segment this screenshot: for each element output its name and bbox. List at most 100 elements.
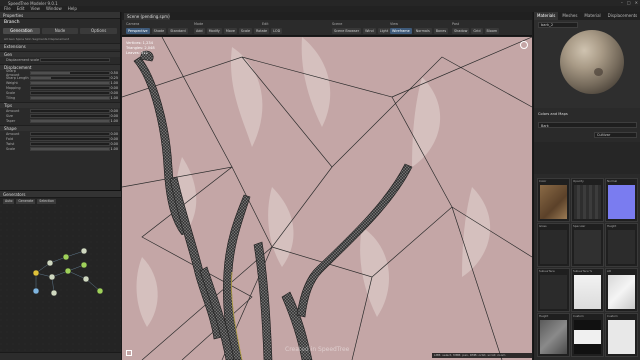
map-slot-height[interactable]: Height: [605, 223, 638, 267]
map-slot-custom-2[interactable]: Custom: [605, 313, 638, 357]
shade-button[interactable]: Shade: [151, 28, 167, 34]
maps-section-label: Colors and Maps: [538, 112, 568, 116]
displacement-rows: Sharp Amount 0.50 Sharp Length 0.25 Weight 1.…: [0, 69, 120, 100]
property-slider[interactable]: 1.00: [30, 118, 118, 123]
scene-browser-button[interactable]: Scene Browser: [332, 28, 362, 34]
node-zone[interactable]: [32, 287, 40, 295]
map-slot-ao[interactable]: AO: [605, 268, 638, 312]
map-slot-label: Normal: [607, 179, 618, 183]
material-name-field[interactable]: bark_2: [538, 22, 578, 28]
property-slider[interactable]: 0.00: [30, 90, 118, 95]
property-row: Sharp Amount 0.50: [0, 69, 120, 77]
map-filter-field[interactable]: Bark: [538, 122, 637, 128]
tab-materials[interactable]: Materials: [534, 12, 559, 20]
node-leaf[interactable]: [62, 253, 70, 261]
map-slot-color[interactable]: Color: [537, 178, 570, 222]
auto-button[interactable]: Auto: [3, 199, 15, 204]
property-row: Tiling 1.00: [0, 95, 120, 100]
map-slot-gloss[interactable]: Gloss: [537, 223, 570, 267]
selection-button[interactable]: Selection: [37, 199, 56, 204]
map-slot-label: Subsurface %: [573, 269, 593, 273]
property-value: 0.00: [110, 136, 118, 141]
tab-generation[interactable]: Generation: [3, 28, 40, 34]
property-slider[interactable]: 1.00: [30, 146, 118, 151]
shadow-button[interactable]: Shadow: [452, 28, 470, 34]
property-row: Size 0.00: [0, 113, 120, 118]
node-tree[interactable]: [32, 269, 40, 277]
map-slot-label: Opacity: [573, 179, 584, 183]
property-slider[interactable]: 0.00: [30, 131, 118, 136]
property-slider[interactable]: 1.00: [30, 80, 118, 85]
move-button[interactable]: Move: [223, 28, 237, 34]
rotate-button[interactable]: Rotate: [254, 28, 270, 34]
3d-viewport[interactable]: [122, 37, 532, 360]
property-slider[interactable]: 0.25: [30, 75, 118, 80]
property-slider[interactable]: 0.00: [30, 141, 118, 146]
property-row: Amount 0.00: [0, 131, 120, 136]
view-cube-icon[interactable]: [520, 41, 528, 49]
group-mode-label: Mode: [194, 22, 204, 26]
tab-meshes[interactable]: Meshes: [559, 12, 580, 20]
property-slider[interactable]: 0.00: [30, 85, 118, 90]
property-slider[interactable]: 1.00: [30, 95, 118, 100]
perspective-button[interactable]: Perspective: [126, 28, 150, 34]
bones-button[interactable]: Bones: [433, 28, 449, 34]
gen-row-field[interactable]: [40, 57, 110, 62]
property-value: 0.00: [110, 113, 118, 118]
node-leaf[interactable]: [64, 267, 72, 275]
generate-button[interactable]: Generate: [16, 199, 36, 204]
property-slider[interactable]: 0.00: [30, 113, 118, 118]
bloom-button[interactable]: Bloom: [484, 28, 500, 34]
light-button[interactable]: Light: [377, 28, 391, 34]
property-slider[interactable]: 0.00: [30, 108, 118, 113]
node-trunk[interactable]: [46, 259, 54, 267]
property-value: 1.00: [110, 146, 118, 151]
property-slider[interactable]: 0.50: [30, 70, 118, 75]
map-slot-normal[interactable]: Normal: [605, 178, 638, 222]
wireframe-button[interactable]: Wireframe: [390, 28, 412, 34]
node-graph[interactable]: [0, 205, 121, 353]
post-tools: Shadow Grid Bloom: [452, 28, 500, 34]
map-slot-subsurface[interactable]: Subsurface: [537, 268, 570, 312]
tab-displacements[interactable]: Displacements: [605, 12, 640, 20]
tab-material-sets[interactable]: Material Sets: [581, 12, 603, 26]
map-slot-opacity[interactable]: Opacity: [571, 178, 604, 222]
generator-toolbar: Auto Generate Selection: [0, 198, 121, 205]
wind-button[interactable]: Wind: [363, 28, 376, 34]
node-leaf[interactable]: [96, 287, 104, 295]
node-branch[interactable]: [82, 275, 90, 283]
modify-button[interactable]: Modify: [206, 28, 222, 34]
property-slider[interactable]: 0.00: [30, 136, 118, 141]
property-row: Amount 0.00: [0, 108, 120, 113]
section-extensions[interactable]: Extensions: [0, 43, 120, 49]
generator-view: Generators Auto Generate Selection: [0, 190, 121, 360]
scale-button[interactable]: Scale: [238, 28, 253, 34]
grid-button[interactable]: Grid: [471, 28, 483, 34]
object-name: Branch: [4, 20, 20, 25]
tab-options[interactable]: Options: [80, 28, 118, 34]
map-slot-custom[interactable]: Custom: [571, 313, 604, 357]
tab-scene[interactable]: Scene (pending.spm): [124, 13, 170, 20]
property-value: 0.25: [110, 75, 118, 80]
property-row: Weight 1.00: [0, 80, 120, 85]
group-scene-label: Scene: [332, 22, 343, 26]
cultivar-dropdown[interactable]: Cultivar: [594, 132, 637, 138]
node-leaf[interactable]: [80, 261, 88, 269]
ao-texture: [608, 275, 635, 309]
normals-button[interactable]: Normals: [413, 28, 432, 34]
add-button[interactable]: Add: [194, 28, 205, 34]
node-branch[interactable]: [48, 273, 56, 281]
tab-node[interactable]: Node: [41, 28, 79, 34]
node-branch[interactable]: [50, 289, 58, 297]
subsurface-percent-texture: [574, 275, 601, 309]
property-row: Scale 0.00: [0, 90, 120, 95]
map-slot-label: AO: [607, 269, 612, 273]
map-slot-subsurface-percent[interactable]: Subsurface %: [571, 268, 604, 312]
lod-button[interactable]: LOD: [271, 28, 283, 34]
property-filter-tabs[interactable]: All Gen Spine Skin Segments Displacement: [0, 36, 120, 41]
property-value: 1.00: [110, 118, 118, 123]
node-frond[interactable]: [80, 247, 88, 255]
map-slot-height-2[interactable]: Height: [537, 313, 570, 357]
map-slot-specular[interactable]: Specular: [571, 223, 604, 267]
standard-button[interactable]: Standard: [168, 28, 188, 34]
